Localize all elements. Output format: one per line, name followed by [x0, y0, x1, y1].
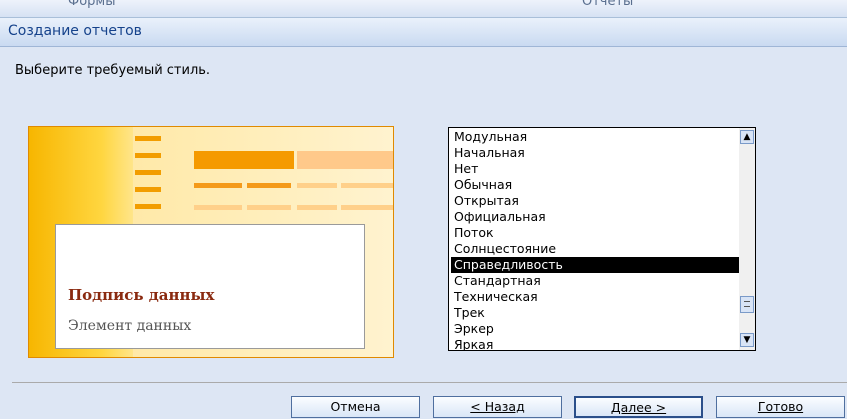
preview-data-bar — [341, 205, 393, 210]
preview-dash — [135, 136, 161, 141]
dialog-title: Создание отчетов — [8, 23, 142, 39]
list-item[interactable]: Открытая — [451, 193, 739, 209]
dialog-titlebar: Создание отчетов — [0, 18, 847, 47]
preview-header-bar — [194, 151, 294, 169]
preview-element: Элемент данных — [68, 318, 192, 334]
list-item[interactable]: Яркая — [451, 337, 739, 350]
preview-data-bar — [194, 183, 242, 188]
finish-button[interactable]: Готово — [716, 396, 845, 418]
list-item[interactable]: Трек — [451, 305, 739, 321]
list-item[interactable]: Начальная — [451, 145, 739, 161]
scroll-down-icon[interactable]: ▼ — [740, 333, 754, 347]
preview-caption: Подпись данных — [68, 286, 215, 304]
preview-data-bar — [247, 183, 291, 188]
preview-sample-card: Подпись данных Элемент данных — [55, 224, 365, 349]
list-item[interactable]: Поток — [451, 225, 739, 241]
scroll-up-icon[interactable]: ▲ — [740, 130, 754, 144]
next-button[interactable]: Далее > — [574, 396, 703, 418]
button-separator — [12, 382, 847, 383]
finish-button-label: Готово — [757, 399, 804, 414]
preview-dash — [135, 187, 161, 192]
list-item[interactable]: Обычная — [451, 177, 739, 193]
preview-data-bar — [297, 205, 337, 210]
background-tab-strip: Формы Отчеты — [0, 0, 847, 18]
preview-data-bar — [247, 205, 291, 210]
list-item[interactable]: Солнцестояние — [451, 241, 739, 257]
list-item-selected[interactable]: Справедливость — [451, 257, 739, 273]
preview-dash — [135, 204, 161, 209]
style-listbox[interactable]: Модульная Начальная Нет Обычная Открытая… — [448, 127, 756, 351]
preview-data-bar — [341, 183, 393, 188]
cancel-button[interactable]: Отмена — [291, 396, 420, 418]
style-preview: Подпись данных Элемент данных — [28, 126, 394, 358]
dialog-prompt: Выберите требуемый стиль. — [15, 63, 211, 78]
preview-data-bar — [297, 183, 337, 188]
back-button[interactable]: < Назад — [433, 396, 562, 418]
tab-forms[interactable]: Формы — [68, 0, 115, 9]
list-item[interactable]: Модульная — [451, 129, 739, 145]
list-item[interactable]: Техническая — [451, 289, 739, 305]
list-item[interactable]: Эркер — [451, 321, 739, 337]
list-item[interactable]: Официальная — [451, 209, 739, 225]
preview-data-bar — [194, 205, 242, 210]
preview-dash — [135, 153, 161, 158]
preview-dash — [135, 170, 161, 175]
tab-reports[interactable]: Отчеты — [582, 0, 633, 9]
preview-header-bar — [297, 151, 393, 169]
listbox-scrollbar[interactable]: ▲ ▼ — [739, 128, 755, 350]
next-button-label: Далее > — [610, 400, 667, 415]
list-item[interactable]: Нет — [451, 161, 739, 177]
back-button-label: < Назад — [470, 399, 525, 414]
style-list: Модульная Начальная Нет Обычная Открытая… — [451, 129, 739, 350]
scroll-thumb[interactable] — [740, 296, 754, 313]
list-item[interactable]: Стандартная — [451, 273, 739, 289]
